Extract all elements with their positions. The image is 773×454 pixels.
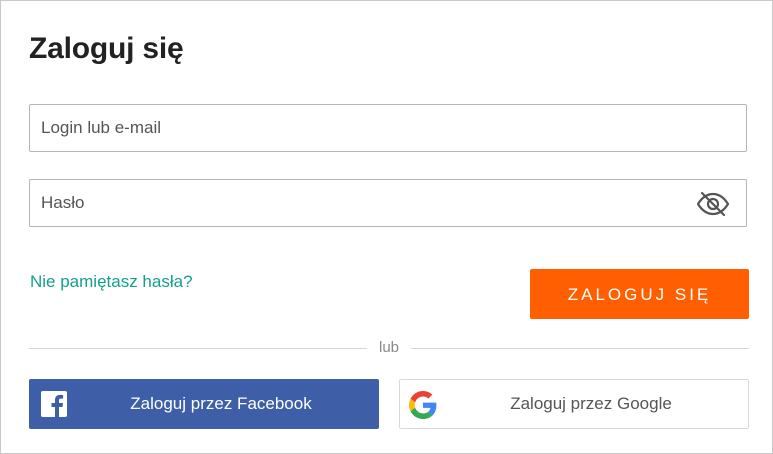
login-input[interactable] (30, 105, 746, 151)
password-field[interactable] (29, 179, 747, 227)
divider-line-right (411, 348, 749, 349)
page-title: Zaloguj się (29, 32, 184, 65)
forgot-password-link[interactable]: Nie pamiętasz hasła? (30, 272, 193, 292)
divider-line-left (29, 348, 367, 349)
divider-text: lub (378, 339, 400, 356)
login-button[interactable]: ZALOGUJ SIĘ (530, 269, 749, 319)
google-login-button[interactable]: Zaloguj przez Google (399, 379, 749, 429)
login-field[interactable] (29, 104, 747, 152)
facebook-login-button[interactable]: Zaloguj przez Facebook (29, 379, 379, 429)
login-panel: Zaloguj się Nie pamiętasz hasła? ZALOGUJ… (0, 0, 773, 454)
google-login-label: Zaloguj przez Google (510, 394, 672, 413)
password-input[interactable] (30, 180, 746, 226)
facebook-login-label: Zaloguj przez Facebook (130, 394, 312, 413)
eye-off-icon[interactable] (696, 190, 730, 218)
